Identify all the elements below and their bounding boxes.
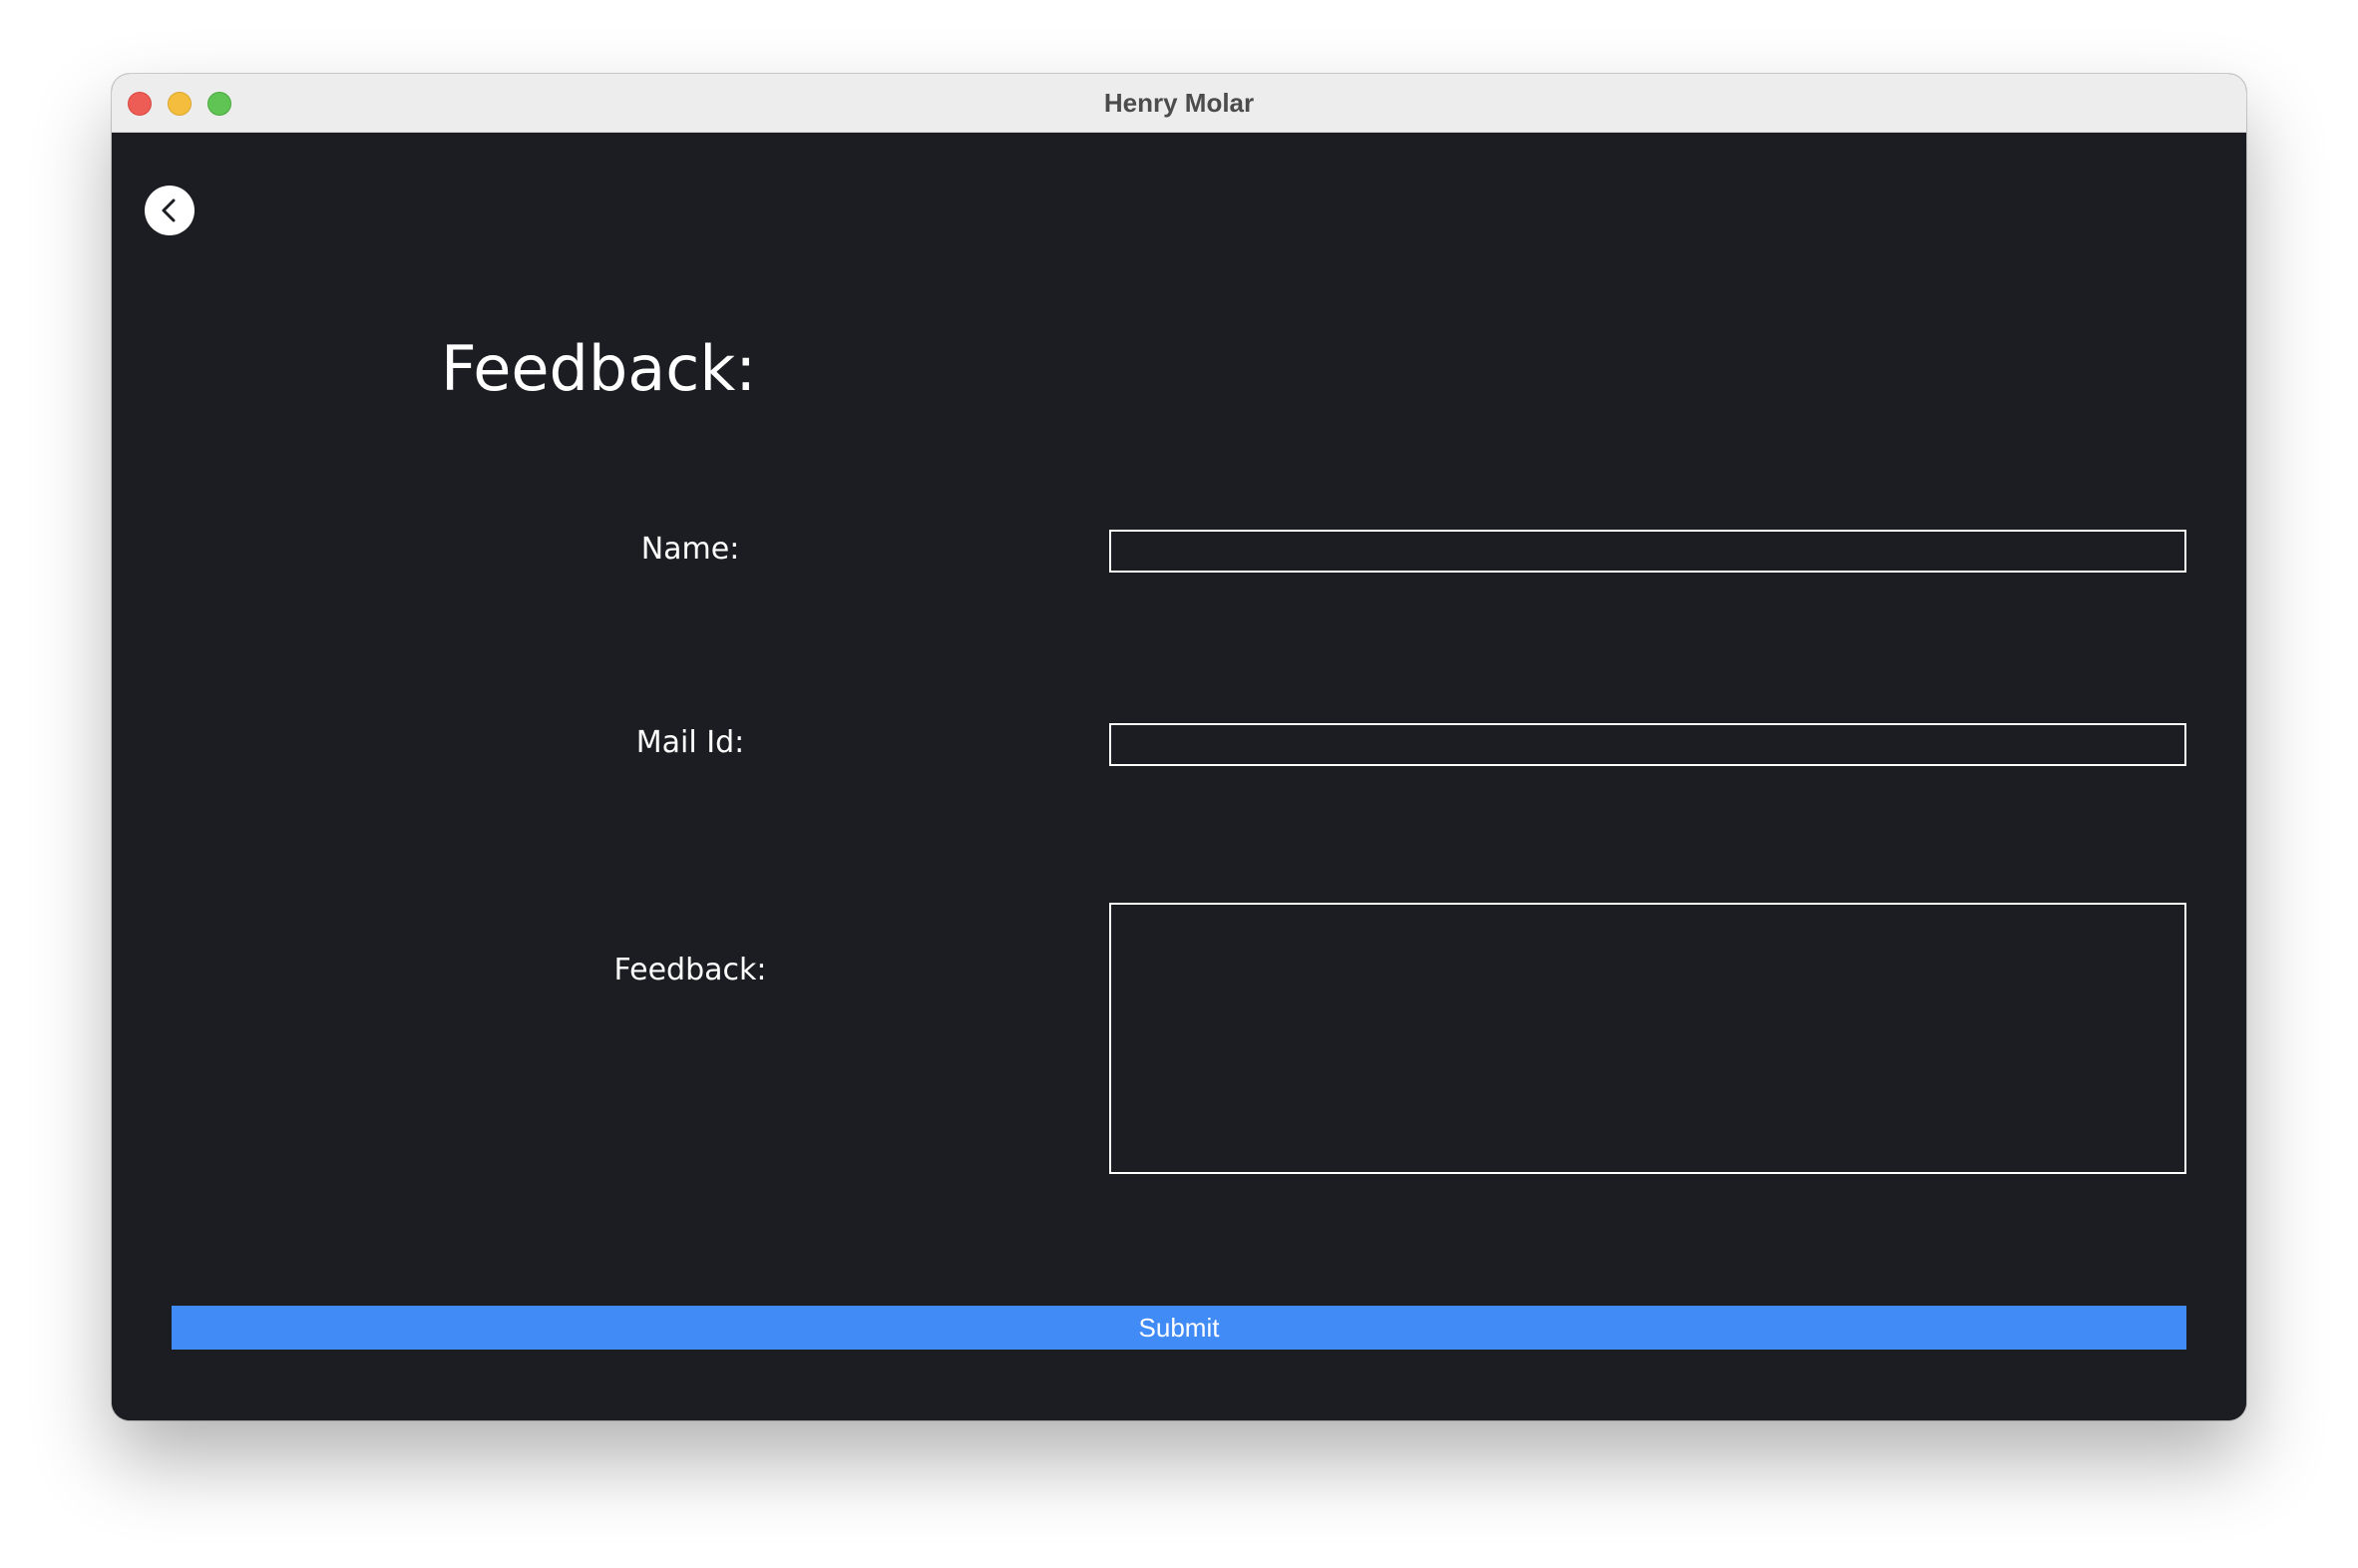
submit-button[interactable]: Submit	[172, 1306, 2186, 1350]
mail-id-label: Mail Id:	[635, 725, 745, 760]
back-button[interactable]	[145, 186, 195, 235]
feedback-label: Feedback:	[613, 953, 767, 987]
chevron-left-icon	[162, 198, 176, 222]
page-title: Feedback:	[441, 332, 757, 405]
title-bar: Henry Molar	[112, 74, 2246, 133]
mail-id-input[interactable]	[1109, 723, 2186, 766]
name-label: Name:	[640, 532, 740, 567]
feedback-textarea[interactable]	[1109, 903, 2186, 1174]
app-window: Henry Molar Feedback: Name: Mail Id: Fee…	[112, 74, 2246, 1420]
window-title: Henry Molar	[1103, 88, 1255, 118]
name-input[interactable]	[1109, 530, 2186, 573]
desktop-background: Henry Molar Feedback: Name: Mail Id: Fee…	[0, 0, 2358, 1568]
feedback-page: Feedback: Name: Mail Id: Feedback: Submi…	[112, 133, 2246, 1420]
